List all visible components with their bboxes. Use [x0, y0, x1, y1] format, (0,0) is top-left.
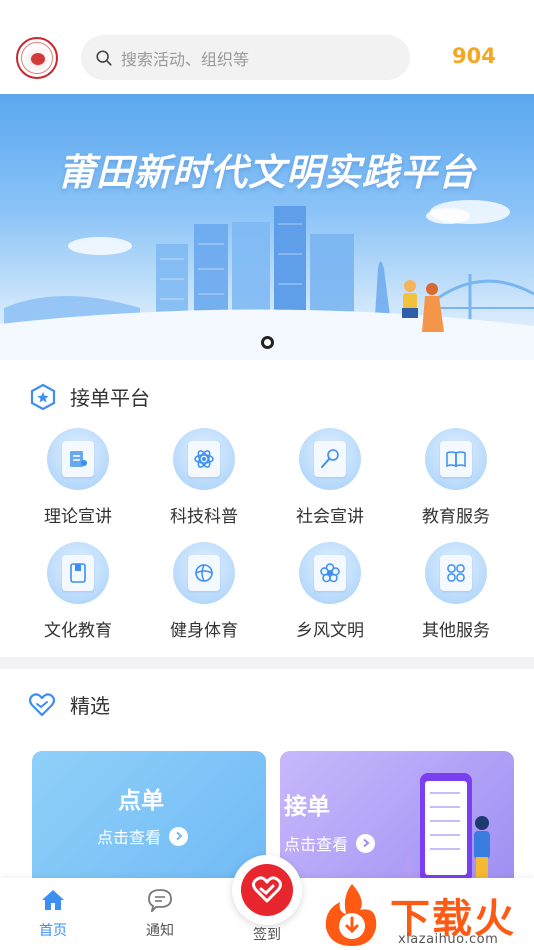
card-link-label: 点击查看: [97, 828, 162, 847]
service-culture-education[interactable]: 文化教育: [23, 542, 133, 641]
home-icon: [42, 890, 64, 910]
banner[interactable]: 莆田新时代文明实践平台: [0, 94, 534, 360]
heart-check-icon: [252, 876, 282, 903]
carousel-indicator[interactable]: [261, 336, 274, 349]
card-link-label: 点击查看: [284, 835, 349, 854]
search-placeholder: 搜索活动、组织等: [121, 49, 250, 69]
service-fitness-sports[interactable]: 健身体育: [149, 542, 259, 641]
grid-icon: [447, 564, 465, 582]
service-label: 其他服务: [422, 621, 490, 641]
chevron-right-icon: [169, 826, 189, 846]
header-count[interactable]: 904: [452, 44, 496, 68]
search-icon: [96, 49, 112, 66]
service-other[interactable]: 其他服务: [401, 542, 511, 641]
featured-header: 精选: [28, 690, 110, 719]
chat-bubble-icon: [148, 889, 172, 914]
order-platform-header: 接单平台: [30, 382, 150, 411]
card-view-link[interactable]: 点击查看: [284, 831, 376, 855]
book-icon: [446, 451, 466, 468]
banner-title: 莆田新时代文明实践平台: [58, 151, 476, 194]
card-title: 点单: [118, 788, 164, 814]
search-bar[interactable]: 搜索活动、组织等: [81, 35, 410, 80]
nav-label: 签到: [253, 927, 281, 943]
nav-home[interactable]: 首页: [23, 888, 83, 940]
service-rural-civility[interactable]: 乡风文明: [275, 542, 385, 641]
notebook-icon: [70, 563, 86, 583]
watermark: 下载火 xiazaihuo.com: [312, 880, 534, 950]
service-label: 教育服务: [422, 507, 490, 527]
document-person-icon: [70, 451, 87, 467]
nav-label: 通知: [146, 923, 174, 939]
service-label: 社会宣讲: [296, 507, 364, 527]
service-education[interactable]: 教育服务: [401, 428, 511, 527]
service-theory-lecture[interactable]: 理论宣讲: [23, 428, 133, 527]
header: 搜索活动、组织等 904: [0, 0, 534, 94]
atom-icon: [194, 450, 214, 468]
service-label: 乡风文明: [296, 621, 364, 641]
featured-title: 精选: [70, 694, 110, 718]
checkin-button[interactable]: [232, 855, 302, 925]
ball-icon: [195, 564, 213, 582]
service-label: 健身体育: [170, 621, 238, 641]
service-social-lecture[interactable]: 社会宣讲: [275, 428, 385, 527]
section-divider: [0, 657, 534, 669]
banner-cityscape-illustration: [0, 200, 534, 360]
flower-icon: [320, 563, 340, 583]
flame-logo-icon: [325, 884, 377, 946]
order-platform-title: 接单平台: [70, 386, 150, 410]
service-label: 理论宣讲: [44, 507, 112, 527]
hexagon-star-icon: [30, 383, 56, 410]
nav-notifications[interactable]: 通知: [130, 888, 190, 940]
app-logo[interactable]: [16, 37, 58, 79]
service-science[interactable]: 科技科普: [149, 428, 259, 527]
microphone-icon: [321, 449, 339, 468]
card-title: 接单: [284, 794, 330, 820]
logo-emblem-icon: [21, 42, 53, 74]
heart-check-icon: [28, 692, 56, 716]
chevron-right-icon: [356, 833, 376, 853]
service-label: 科技科普: [170, 507, 238, 527]
card-view-link[interactable]: 点击查看: [97, 824, 189, 848]
watermark-url: xiazaihuo.com: [398, 932, 499, 947]
service-label: 文化教育: [44, 621, 112, 641]
nav-label: 首页: [39, 923, 67, 939]
